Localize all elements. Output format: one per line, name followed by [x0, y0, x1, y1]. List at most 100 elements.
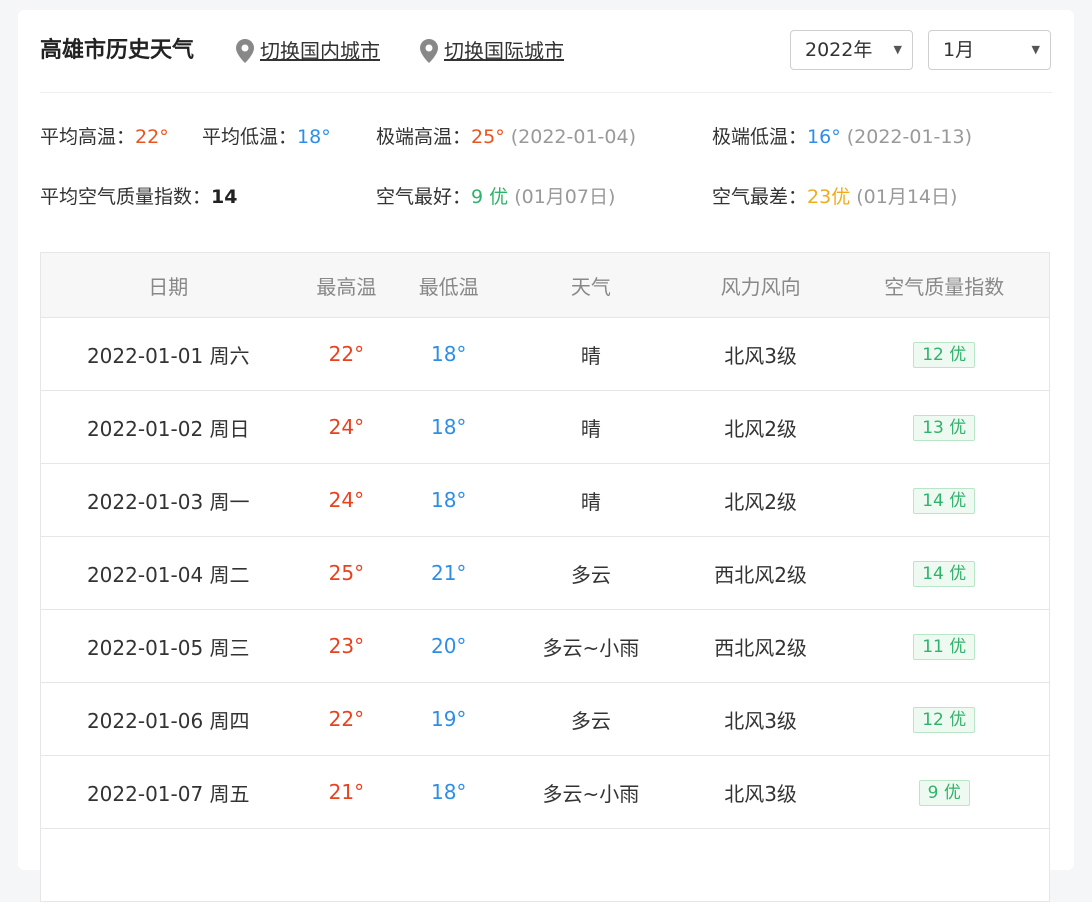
weather-history-card: 高雄市历史天气 切换国内城市 切换国际城市 2022年 ▼ 1月 ▼ 平均高温：… [18, 10, 1074, 902]
row-date: 2022-01-03 周一 [86, 489, 250, 514]
table-row: 2022-01-01 周六 22° 18° 晴 北风3级 12 优 [41, 318, 1049, 391]
table-header: 日期 最高温 最低温 天气 风力风向 空气质量指数 [41, 253, 1049, 318]
row-date: 2022-01-02 周日 [86, 416, 250, 441]
stat-best-air: 空气最好：9 优 (01月07日) [376, 183, 615, 211]
table-row: 2022-01-07 周五 21° 18° 多云~小雨 北风3级 9 优 [41, 756, 1049, 829]
aqi-badge: 9 优 [918, 779, 970, 806]
row-low-temp: 19° [430, 707, 467, 731]
row-high-temp: 21° [328, 780, 365, 804]
table-row: 2022-01-06 周四 22° 19° 多云 北风3级 12 优 [41, 683, 1049, 756]
stat-extreme-low-label: 极端低温： [712, 126, 808, 148]
stat-best-air-label: 空气最好： [376, 186, 472, 208]
stat-worst-air-value: 23优 [807, 186, 851, 208]
stat-avg-low-value: 18° [297, 126, 331, 148]
stat-avg-high-value: 22° [135, 126, 169, 148]
row-high-temp: 24° [328, 415, 365, 439]
stat-extreme-high-label: 极端高温： [376, 126, 472, 148]
column-header-high: 最高温 [316, 274, 377, 299]
stat-avg-aqi-label: 平均空气质量指数： [40, 186, 212, 208]
row-aqi-cell: 12 优 [839, 341, 1049, 368]
stat-avg-aqi: 平均空气质量指数：14 [40, 183, 237, 211]
row-wind: 北风3级 [724, 781, 797, 806]
year-select[interactable]: 2022年 ▼ [790, 30, 913, 70]
row-date: 2022-01-01 周六 [86, 343, 250, 368]
table-row: 2022-01-03 周一 24° 18° 晴 北风2级 14 优 [41, 464, 1049, 537]
column-header-wind: 风力风向 [720, 274, 801, 299]
row-high-temp: 25° [328, 561, 365, 585]
row-high-temp: 24° [328, 488, 365, 512]
stat-best-air-date: (01月07日) [514, 186, 616, 208]
row-wind: 北风3级 [724, 343, 797, 368]
table-row: 2022-01-05 周三 23° 20° 多云~小雨 西北风2级 11 优 [41, 610, 1049, 683]
row-weather: 多云~小雨 [542, 781, 640, 806]
stat-avg-low: 平均低温：18° [202, 123, 331, 151]
stat-worst-air-date: (01月14日) [856, 186, 958, 208]
row-aqi-cell: 14 优 [839, 560, 1049, 587]
row-weather: 多云 [570, 562, 611, 587]
row-wind: 北风2级 [724, 489, 797, 514]
row-low-temp: 18° [430, 780, 467, 804]
caret-down-icon: ▼ [893, 43, 902, 56]
stat-best-air-value: 9 优 [471, 186, 509, 208]
page-header: 高雄市历史天气 切换国内城市 切换国际城市 2022年 ▼ 1月 ▼ [40, 28, 1052, 93]
aqi-badge: 13 优 [913, 414, 976, 441]
row-low-temp: 18° [430, 415, 467, 439]
stat-avg-aqi-value: 14 [211, 186, 238, 208]
page-title: 高雄市历史天气 [40, 38, 195, 63]
row-high-temp: 22° [328, 342, 365, 366]
row-low-temp: 18° [430, 488, 467, 512]
row-low-temp: 18° [430, 342, 467, 366]
location-pin-icon [420, 39, 438, 63]
stat-extreme-high-value: 25° [471, 126, 505, 148]
row-wind: 北风3级 [724, 708, 797, 733]
row-high-temp: 23° [328, 634, 365, 658]
switch-domestic-city-link[interactable]: 切换国内城市 [236, 36, 380, 66]
table-row: 2022-01-04 周二 25° 21° 多云 西北风2级 14 优 [41, 537, 1049, 610]
row-high-temp: 22° [328, 707, 365, 731]
row-wind: 西北风2级 [714, 562, 807, 587]
month-select-value: 1月 [943, 39, 975, 61]
row-aqi-cell: 12 优 [839, 706, 1049, 733]
stat-extreme-low: 极端低温：16° (2022-01-13) [712, 123, 972, 151]
row-aqi-cell: 9 优 [839, 779, 1049, 806]
row-date: 2022-01-05 周三 [86, 635, 250, 660]
row-wind: 北风2级 [724, 416, 797, 441]
row-wind: 西北风2级 [714, 635, 807, 660]
row-aqi-cell: 11 优 [839, 633, 1049, 660]
row-weather: 多云 [570, 708, 611, 733]
column-header-aqi: 空气质量指数 [884, 274, 1005, 299]
year-select-value: 2022年 [805, 39, 873, 61]
stat-worst-air: 空气最差：23优 (01月14日) [712, 183, 957, 211]
stat-avg-high-label: 平均高温： [40, 126, 136, 148]
caret-down-icon: ▼ [1031, 43, 1040, 56]
stat-extreme-high: 极端高温：25° (2022-01-04) [376, 123, 636, 151]
stat-avg-low-label: 平均低温： [202, 126, 298, 148]
stat-extreme-low-value: 16° [807, 126, 841, 148]
weather-history-table: 日期 最高温 最低温 天气 风力风向 空气质量指数 2022-01-01 周六 … [40, 252, 1050, 902]
row-weather: 多云~小雨 [542, 635, 640, 660]
stat-extreme-low-date: (2022-01-13) [846, 126, 972, 148]
switch-international-city-link[interactable]: 切换国际城市 [420, 36, 564, 66]
row-date: 2022-01-04 周二 [86, 562, 250, 587]
row-low-temp: 21° [430, 561, 467, 585]
aqi-badge: 11 优 [913, 633, 976, 660]
row-aqi-cell: 14 优 [839, 487, 1049, 514]
table-row [41, 829, 1049, 902]
row-low-temp: 20° [430, 634, 467, 658]
column-header-weather: 天气 [570, 274, 611, 299]
row-date: 2022-01-07 周五 [86, 781, 250, 806]
stat-avg-high: 平均高温：22° [40, 123, 169, 151]
row-weather: 晴 [580, 343, 601, 368]
location-pin-icon [236, 39, 254, 63]
aqi-badge: 14 优 [913, 487, 976, 514]
aqi-badge: 12 优 [913, 706, 976, 733]
aqi-badge: 12 优 [913, 341, 976, 368]
row-weather: 晴 [580, 416, 601, 441]
month-select[interactable]: 1月 ▼ [928, 30, 1051, 70]
row-aqi-cell: 13 优 [839, 414, 1049, 441]
column-header-low: 最低温 [418, 274, 479, 299]
stat-worst-air-label: 空气最差： [712, 186, 808, 208]
switch-domestic-label: 切换国内城市 [260, 39, 380, 63]
column-header-date: 日期 [148, 274, 189, 299]
switch-international-label: 切换国际城市 [444, 39, 564, 63]
